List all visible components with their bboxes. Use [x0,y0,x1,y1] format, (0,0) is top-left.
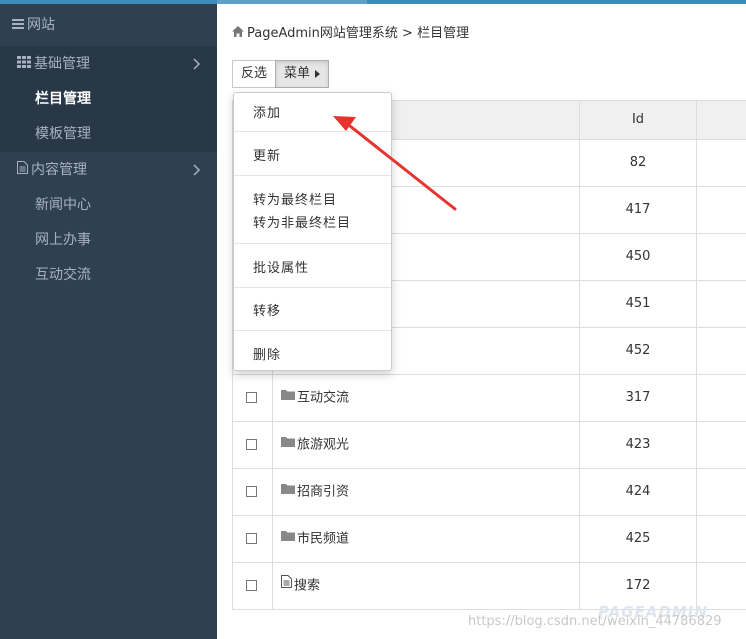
folder-icon [281,421,295,467]
menu-item-update[interactable]: 更新 [253,145,281,164]
row-checkbox[interactable] [246,533,257,544]
row-id: 425 [580,516,697,562]
chevron-right-icon [193,46,201,82]
menu-divider [234,243,391,244]
sidebar-group-content[interactable]: 内容管理 [0,152,217,188]
menu-item-add[interactable]: 添加 [253,102,281,121]
row-id: 417 [580,187,697,233]
row-name[interactable]: 市民频道 [297,532,349,547]
row-id: 82 [580,140,697,186]
sidebar: 网站 基础管理 栏目管理 模板管理 内容管理 新闻中心 网上办事 互动交流 [0,4,217,639]
table-row: 市民频道 425 [233,516,746,563]
page-icon [281,562,292,608]
menu-item-to-final[interactable]: 转为最终栏目 [253,189,337,208]
menu-divider [234,175,391,176]
breadcrumb-current: 栏目管理 [417,26,470,41]
hamburger-icon [12,4,24,46]
menu-item-batch-attributes[interactable]: 批设属性 [253,257,309,276]
grid-icon [17,46,31,82]
row-name[interactable]: 旅游观光 [297,438,349,453]
menu-divider [234,330,391,331]
row-id: 450 [580,234,697,280]
row-name[interactable]: 互动交流 [297,391,349,406]
sidebar-item-template-manage[interactable]: 模板管理 [0,117,217,152]
toolbar: 反选 菜单 [232,60,330,88]
row-checkbox[interactable] [246,439,257,450]
folder-icon [281,374,295,420]
sidebar-group-basic[interactable]: 基础管理 [0,46,217,82]
menu-divider [234,131,391,132]
table-row: 旅游观光 423 [233,422,746,469]
sidebar-header[interactable]: 网站 [0,4,217,46]
row-name[interactable]: 招商引资 [297,485,349,500]
folder-icon [281,468,295,514]
menu-divider [234,287,391,288]
sidebar-group-label: 内容管理 [31,162,87,178]
sidebar-group-label: 基础管理 [34,56,90,72]
row-id: 451 [580,281,697,327]
invert-selection-button[interactable]: 反选 [232,60,277,88]
home-icon[interactable] [232,26,244,41]
caret-right-icon [315,69,321,78]
row-name[interactable]: 搜索 [294,579,320,594]
row-checkbox[interactable] [246,392,257,403]
table-row: 互动交流 317 [233,375,746,422]
sidebar-item-news[interactable]: 新闻中心 [0,188,217,223]
breadcrumb-separator: > [402,26,413,41]
folder-icon [281,515,295,561]
menu-item-move[interactable]: 转移 [253,300,281,319]
row-checkbox[interactable] [246,580,257,591]
breadcrumb: PageAdmin网站管理系统 > 栏目管理 [232,22,469,41]
menu-item-delete[interactable]: 删除 [253,344,281,363]
header-extra-cell [697,101,746,139]
menu-dropdown: 添加 更新 转为最终栏目 转为非最终栏目 批设属性 转移 删除 [233,92,392,371]
chevron-right-icon [193,152,201,188]
row-id: 317 [580,375,697,421]
breadcrumb-site[interactable]: PageAdmin网站管理系统 [247,26,398,41]
row-checkbox[interactable] [246,486,257,497]
table-row: 招商引资 424 [233,469,746,516]
row-id: 423 [580,422,697,468]
menu-button-label: 菜单 [284,66,311,81]
menu-item-to-nonfinal[interactable]: 转为非最终栏目 [253,212,351,231]
row-id: 452 [580,328,697,374]
header-id-cell[interactable]: Id [580,101,697,139]
sidebar-item-online-service[interactable]: 网上办事 [0,223,217,258]
menu-button[interactable]: 菜单 [275,60,330,88]
row-id: 424 [580,469,697,515]
sidebar-item-interaction[interactable]: 互动交流 [0,258,217,293]
sidebar-item-column-manage[interactable]: 栏目管理 [0,82,217,117]
sidebar-header-label: 网站 [27,17,55,33]
document-icon [17,152,28,188]
watermark-url: https://blog.csdn.net/weixin_44786829 [468,614,722,629]
